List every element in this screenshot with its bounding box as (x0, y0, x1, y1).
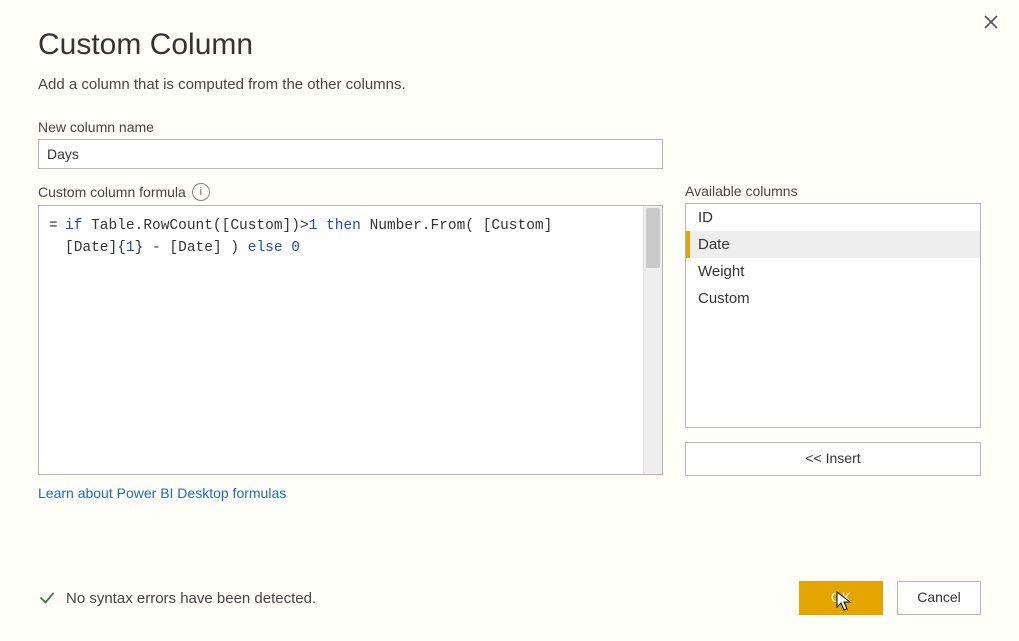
kw-then: then (326, 218, 361, 234)
formula-editor[interactable]: = if Table.RowCount([Custom])>1 then Num… (38, 205, 663, 475)
kw-if: if (65, 218, 82, 234)
formula-label-text: Custom column formula (38, 184, 186, 200)
dialog-subtitle: Add a column that is computed from the o… (38, 76, 981, 93)
dialog-title: Custom Column (38, 28, 981, 62)
expr-numfrom: Number.From( [Custom] (370, 218, 553, 234)
list-item[interactable]: Weight (686, 258, 980, 285)
kw-else: else (248, 240, 283, 256)
formula-scrollbar[interactable] (643, 206, 662, 474)
info-icon[interactable]: i (192, 183, 210, 201)
cancel-button[interactable]: Cancel (897, 581, 981, 615)
formula-label: Custom column formula i (38, 183, 663, 201)
check-icon (38, 589, 56, 607)
status-text: No syntax errors have been detected. (66, 590, 316, 607)
close-icon[interactable] (977, 8, 1005, 39)
new-column-name-label: New column name (38, 119, 981, 135)
status-message: No syntax errors have been detected. (38, 589, 316, 607)
ok-button[interactable]: OK (799, 581, 883, 615)
expr-rowcount: Table.RowCount([Custom]) (91, 218, 300, 234)
new-column-name-input[interactable] (38, 139, 663, 169)
learn-formulas-link[interactable]: Learn about Power BI Desktop formulas (38, 485, 663, 501)
ok-button-label: OK (831, 589, 851, 605)
available-columns-list[interactable]: ID Date Weight Custom (685, 203, 981, 428)
insert-button[interactable]: << Insert (685, 442, 981, 476)
scrollbar-thumb[interactable] (646, 208, 660, 268)
list-item[interactable]: ID (686, 204, 980, 231)
available-columns-label: Available columns (685, 183, 981, 199)
list-item[interactable]: Custom (686, 285, 980, 312)
list-item[interactable]: Date (686, 231, 980, 258)
